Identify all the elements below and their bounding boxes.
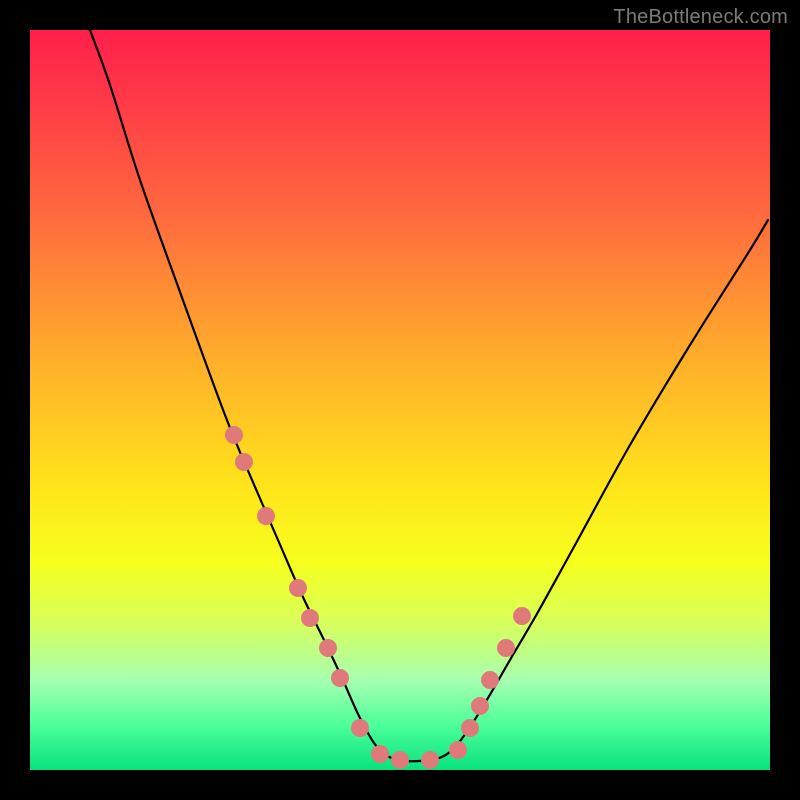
scatter-dot [497, 639, 515, 657]
scatter-dot [481, 671, 499, 689]
scatter-dot [235, 453, 253, 471]
scatter-dot [225, 426, 243, 444]
bottleneck-curve [90, 30, 768, 761]
scatter-dot [351, 719, 369, 737]
scatter-dot [331, 669, 349, 687]
scatter-dot [289, 579, 307, 597]
chart-frame: TheBottleneck.com [0, 0, 800, 800]
scatter-dot [371, 745, 389, 763]
scatter-dot [301, 609, 319, 627]
chart-svg [30, 30, 770, 770]
scatter-dot [513, 607, 531, 625]
scatter-dot [471, 697, 489, 715]
scatter-dot [319, 639, 337, 657]
scatter-dot [449, 741, 467, 759]
scatter-dot [461, 719, 479, 737]
scatter-dot [421, 751, 439, 769]
scatter-dot [391, 751, 409, 769]
scatter-dot [257, 507, 275, 525]
attribution-text: TheBottleneck.com [613, 6, 788, 29]
scatter-dots-group [225, 426, 531, 769]
